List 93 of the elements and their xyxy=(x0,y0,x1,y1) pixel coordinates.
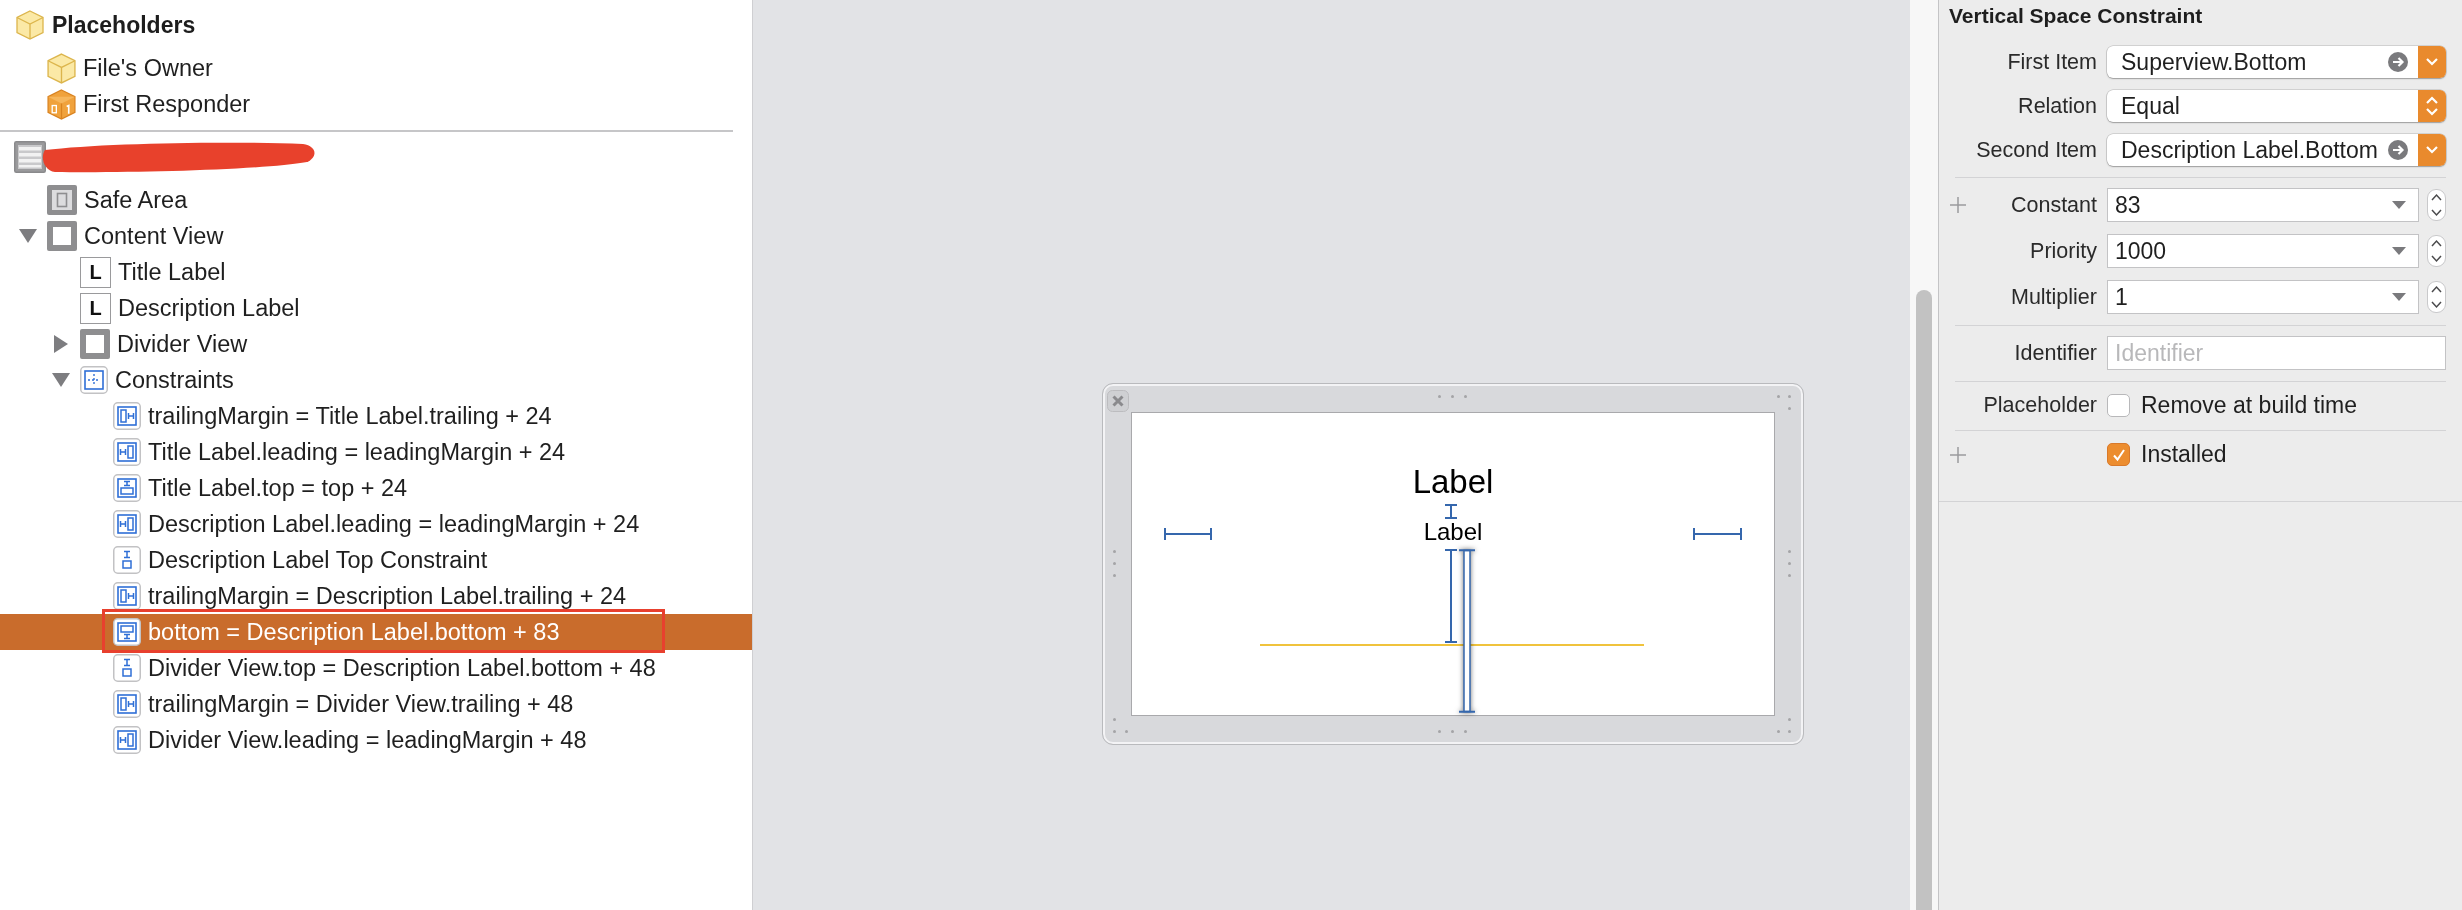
outline-row[interactable]: trailingMargin = Title Label.trailing + 24 xyxy=(0,398,752,434)
vertical-spacing-icon xyxy=(113,654,141,682)
leading-constraint-icon xyxy=(113,726,141,754)
up-down-chevron-icon xyxy=(2418,90,2446,122)
outline-row[interactable]: Safe Area xyxy=(0,182,752,218)
outline-row[interactable]: Divider View.top = Description Label.bottom + 48 xyxy=(0,650,752,686)
resize-handle-icon[interactable] xyxy=(1438,730,1467,733)
arrow-circle-icon[interactable] xyxy=(2388,140,2408,160)
scrollbar-thumb[interactable] xyxy=(1916,290,1932,910)
square-icon xyxy=(47,221,77,251)
cube-icon xyxy=(47,88,76,120)
resize-handle-icon[interactable] xyxy=(1788,550,1791,577)
up-down-chevron-icon xyxy=(2431,285,2442,309)
outline-row[interactable]: Description Label.leading = leadingMargin + 24 xyxy=(0,506,752,542)
field-label: Second Item xyxy=(1976,137,2097,163)
inspector-title: Vertical Space Constraint xyxy=(1949,3,2203,29)
close-icon[interactable] xyxy=(1107,390,1129,412)
crosshair-square-icon xyxy=(80,366,108,394)
leading-constraint-icon xyxy=(113,438,141,466)
field-label: Relation xyxy=(2018,93,2097,119)
chevron-down-icon xyxy=(2418,134,2446,166)
top-constraint-icon xyxy=(113,474,141,502)
dropdown-triangle-icon[interactable] xyxy=(2392,201,2406,209)
label-icon: L xyxy=(80,292,111,324)
outline-row[interactable]: First Responder xyxy=(0,86,752,122)
combo-box[interactable]: 1000 xyxy=(2107,234,2419,268)
identifier-field[interactable]: Identifier xyxy=(2107,336,2446,370)
resize-handle-icon[interactable] xyxy=(1438,395,1467,398)
field-label: Placeholder xyxy=(1983,393,2097,418)
popup-button[interactable]: Description Label.Bottom xyxy=(2107,134,2446,166)
up-down-chevron-icon xyxy=(2431,239,2442,263)
resize-handle-icon[interactable] xyxy=(1113,718,1128,733)
popup-button[interactable]: Superview.Bottom xyxy=(2107,46,2446,78)
outline-row[interactable]: Title Label.leading = leadingMargin + 24 xyxy=(0,434,752,470)
outline-row[interactable]: L Title Label xyxy=(0,254,752,290)
disclosure-triangle-icon[interactable] xyxy=(54,335,68,353)
outline-row[interactable]: File's Owner xyxy=(0,50,752,86)
resize-handle-icon[interactable] xyxy=(1113,550,1116,577)
field-label: Identifier xyxy=(2014,340,2097,366)
up-down-chevron-icon xyxy=(2431,193,2442,217)
outline-row[interactable]: Title Label.top = top + 24 xyxy=(0,470,752,506)
leading-constraint-icon xyxy=(113,510,141,538)
combo-box[interactable]: 83 xyxy=(2107,188,2419,222)
section-title: Placeholders xyxy=(52,11,196,39)
outline-row[interactable]: L Description Label xyxy=(0,290,752,326)
disclosure-triangle-icon[interactable] xyxy=(19,229,37,243)
chevron-down-icon xyxy=(2418,46,2446,78)
stepper[interactable] xyxy=(2427,281,2446,313)
description-label: Label xyxy=(1423,518,1483,546)
trailing-constraint-icon xyxy=(113,582,141,610)
trailing-constraint-icon xyxy=(113,690,141,718)
constraint-marker[interactable] xyxy=(1444,504,1458,519)
title-label: Label xyxy=(1412,462,1494,502)
outline-row[interactable]: Content View xyxy=(0,218,752,254)
field-label: Priority xyxy=(2030,238,2097,264)
outline-row[interactable]: trailingMargin = Description Label.trailing + 24 xyxy=(0,578,752,614)
scrollbar[interactable] xyxy=(1910,0,1938,910)
constraint-marker[interactable] xyxy=(1444,549,1458,643)
field-label: First Item xyxy=(2007,49,2097,75)
arrow-circle-icon[interactable] xyxy=(2388,52,2408,72)
outline-row[interactable]: trailingMargin = Divider View.trailing + 48 xyxy=(0,686,752,722)
label-icon: L xyxy=(80,256,111,288)
resize-handle-icon[interactable] xyxy=(1777,395,1791,410)
stepper[interactable] xyxy=(2427,235,2446,267)
bottom-constraint-icon xyxy=(113,618,141,646)
nested-square-icon xyxy=(47,185,77,215)
checkmark-icon xyxy=(2111,447,2126,462)
constraint-marker[interactable] xyxy=(1458,549,1476,713)
outline-row[interactable]: Divider View xyxy=(0,326,752,362)
field-label: Constant xyxy=(2010,192,2097,218)
cube-icon xyxy=(47,52,76,84)
cube-icon xyxy=(16,10,44,40)
constraint-marker[interactable] xyxy=(1693,527,1742,541)
square-icon xyxy=(80,329,110,359)
constraint-marker[interactable] xyxy=(1164,527,1212,541)
dropdown-triangle-icon[interactable] xyxy=(2392,247,2406,255)
resize-handle-icon[interactable] xyxy=(1777,718,1791,733)
outline-row[interactable]: Constraints xyxy=(0,362,752,398)
combo-box[interactable]: 1 xyxy=(2107,280,2419,314)
checkbox[interactable] xyxy=(2107,394,2130,417)
checkbox-label[interactable]: Installed xyxy=(2141,441,2227,468)
outline-row[interactable]: Divider View.leading = leadingMargin + 48 xyxy=(0,722,752,758)
list-icon xyxy=(14,141,46,173)
trailing-constraint-icon xyxy=(113,402,141,430)
checkbox[interactable] xyxy=(2107,443,2130,466)
field-label: Multiplier xyxy=(2010,284,2097,310)
dropdown-triangle-icon[interactable] xyxy=(2392,293,2406,301)
outline-row[interactable]: Description Label Top Constraint xyxy=(0,542,752,578)
stepper[interactable] xyxy=(2427,189,2446,221)
disclosure-triangle-icon[interactable] xyxy=(52,373,70,387)
popup-button[interactable]: Equal xyxy=(2107,90,2446,122)
vertical-spacing-icon xyxy=(113,546,141,574)
checkbox-label[interactable]: Remove at build time xyxy=(2141,392,2358,419)
